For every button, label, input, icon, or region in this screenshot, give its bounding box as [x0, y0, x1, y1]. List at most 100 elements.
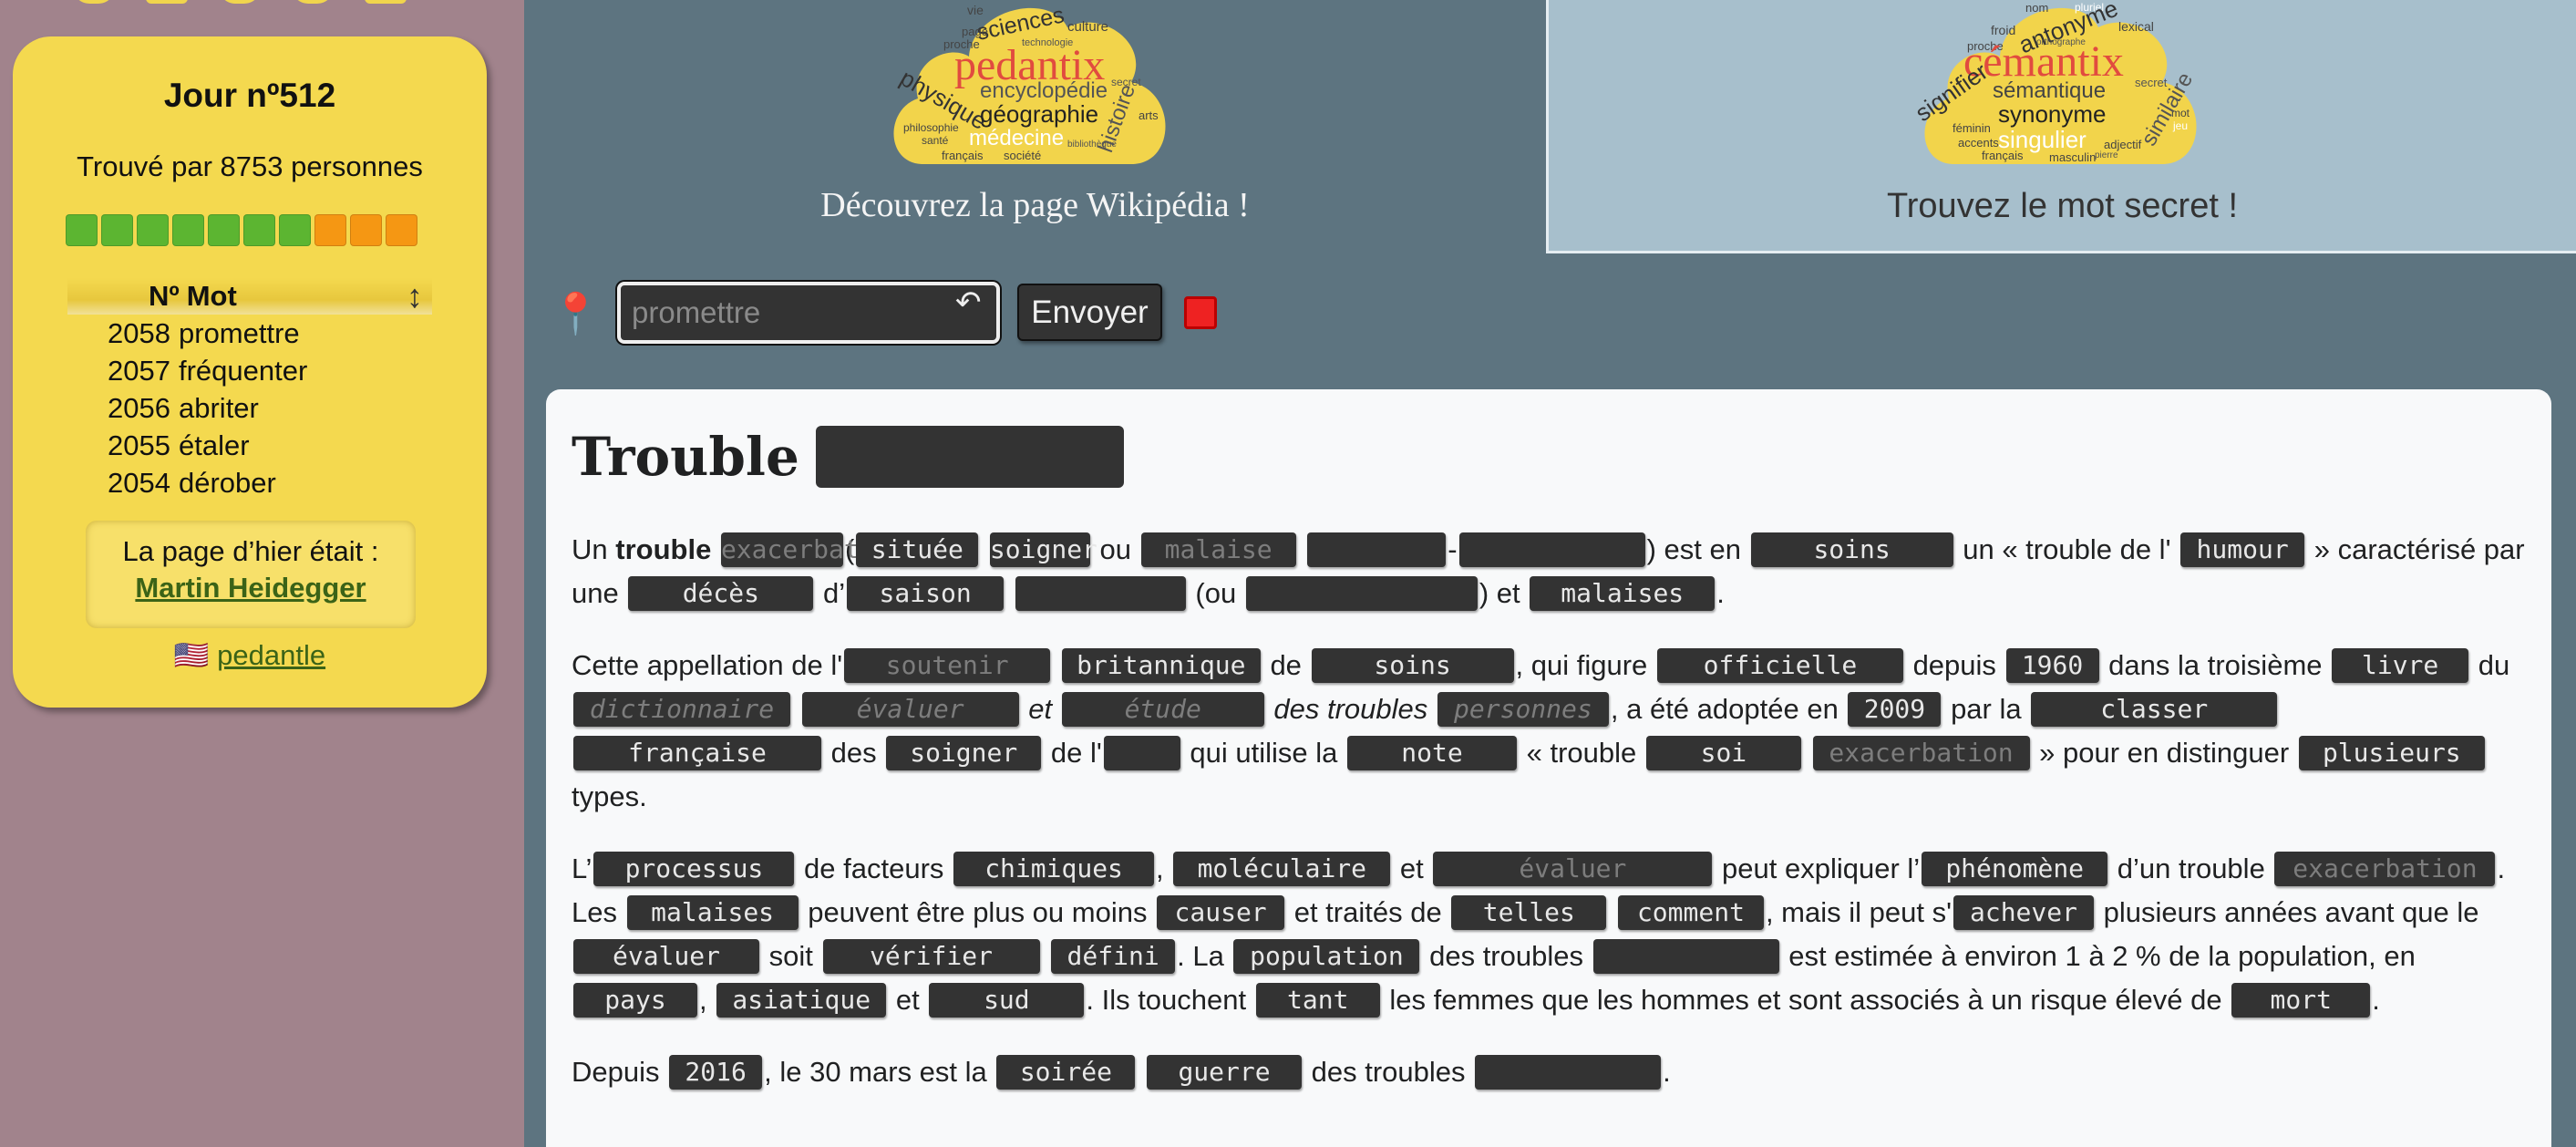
cemantix-caption[interactable]: Trouvez le mot secret ! — [1549, 187, 2576, 226]
hidden-word — [1475, 1054, 1662, 1090]
text: - — [1448, 533, 1458, 565]
hidden-word-hint: classer — [2031, 691, 2278, 727]
text: peut expliquer l’ — [1722, 852, 1921, 884]
text: Depuis — [572, 1056, 660, 1088]
hidden-word-hint: 2016 — [669, 1054, 763, 1090]
cloud-word: signifier — [1910, 57, 1994, 127]
revealed-word: trouble — [615, 533, 712, 565]
yesterday-label: La page d’hier était : — [122, 535, 379, 567]
pedantle-link[interactable]: pedantle — [217, 639, 325, 671]
paragraph-2: Cette appellation de l' soutenir britanni… — [572, 644, 2526, 819]
paragraph-4: Depuis 2016, le 30 mars est la soirée gu… — [572, 1050, 2526, 1094]
text: ) et — [1479, 577, 1520, 609]
text: est estimée à environ 1 à 2 % de la popu… — [1788, 940, 2416, 972]
settings-icon[interactable] — [292, 0, 334, 4]
row-number: 2054 — [108, 466, 170, 499]
hidden-word-hint: 1960 — [2005, 647, 2099, 683]
cloud-word: secret — [2135, 76, 2168, 89]
hidden-word-hint: achever — [1953, 894, 2094, 930]
text: un « trouble de l' — [1963, 533, 2171, 565]
row-number: 2057 — [108, 354, 170, 387]
progress-squares — [66, 214, 417, 246]
cloud-word: accents — [1958, 136, 1999, 150]
progress-square — [137, 214, 169, 246]
text: » pour en distinguer — [2039, 737, 2290, 769]
top-icons-row — [73, 0, 407, 4]
hidden-word-hint: malaises — [626, 894, 799, 930]
send-button[interactable]: Envoyer — [1017, 284, 1162, 341]
pedantix-caption[interactable]: Découvrez la page Wikipédia ! — [524, 185, 1546, 225]
text: . — [2372, 984, 2380, 1016]
text: . — [1716, 577, 1725, 609]
us-flag-icon: 🇺🇸 — [173, 639, 210, 671]
text: . La — [1177, 940, 1224, 972]
text: de — [1270, 649, 1302, 681]
hidden-word — [1592, 938, 1779, 974]
cloud-word: arts — [1139, 108, 1159, 122]
hidden-word-hint: défini — [1051, 938, 1176, 974]
hidden-word-hint: moléculaire — [1173, 851, 1391, 886]
hidden-word-hint: malaises — [1530, 575, 1716, 611]
cloud-word: adjectif — [2104, 138, 2142, 151]
text: , — [699, 984, 707, 1016]
text: , le 30 mars est la — [764, 1056, 987, 1088]
cemantix-cloud-words: nom pluriel froid antonyme lexical proch… — [1910, 0, 2208, 173]
table-row: 2057 fréquenter — [67, 352, 432, 389]
text: « trouble — [1526, 737, 1637, 769]
hidden-word-hint: processus — [593, 851, 795, 886]
text: depuis — [1912, 649, 1996, 681]
hidden-word-hint: causer — [1157, 894, 1285, 930]
text: des troubles — [1311, 1056, 1466, 1088]
stats-icon[interactable] — [146, 0, 188, 4]
hidden-word-hint: étude — [1061, 691, 1264, 727]
table-row: 2055 étaler — [67, 427, 432, 464]
give-up-icon[interactable] — [1184, 296, 1217, 329]
text: , a été adoptée en — [1610, 693, 1839, 725]
sort-icon[interactable]: ↕ — [407, 277, 423, 315]
cloud-word: jeu — [2173, 119, 2189, 132]
text: et traités de — [1293, 896, 1442, 928]
title-word: Trouble — [572, 426, 799, 488]
share-icon[interactable] — [219, 0, 261, 4]
text: . Ils touchent — [1086, 984, 1247, 1016]
text: les femmes que les hommes et sont associ… — [1389, 984, 2222, 1016]
progress-square — [172, 214, 204, 246]
paragraph-1: Un trouble exacerbation(située soigner o… — [572, 528, 2526, 615]
text: des troubles — [1429, 940, 1583, 972]
hidden-word-hint: livre — [2332, 647, 2469, 683]
pin-icon: 📍 — [551, 292, 601, 336]
table-header[interactable]: Nº Mot ↕ — [67, 277, 432, 315]
english-version: 🇺🇸 pedantle — [13, 638, 487, 672]
undo-icon[interactable]: ↶ — [955, 284, 982, 321]
guess-input[interactable] — [617, 282, 1000, 344]
help-icon[interactable] — [73, 0, 115, 4]
hidden-word-hint: 2009 — [1848, 691, 1942, 727]
hidden-word-hint: mort — [2231, 982, 2371, 1018]
column-header-number[interactable]: Nº — [149, 280, 180, 313]
table-row: 2058 promettre — [67, 315, 432, 352]
hidden-word-hint: soigner — [886, 735, 1042, 770]
tab-pedantix[interactable]: vie sciences culture page technologie pr… — [524, 0, 1546, 255]
cloud-word: page — [962, 25, 988, 38]
cloud-word: encyclopédie — [980, 78, 1108, 103]
yesterday-page-link[interactable]: Martin Heidegger — [86, 572, 416, 604]
row-word: abriter — [179, 391, 259, 424]
row-number: 2058 — [108, 316, 170, 349]
hidden-word-hint: dictionnaire — [573, 691, 790, 727]
hidden-word-hint: personnes — [1437, 691, 1609, 727]
hidden-word-hint: soi — [1645, 735, 1801, 770]
text: plusieurs années avant que le — [2103, 896, 2479, 928]
cloud-word: philosophie — [903, 121, 959, 134]
hidden-word-hint: soigner — [989, 532, 1097, 567]
hidden-word-hint: exacerbation — [1812, 735, 2030, 770]
text: soit — [768, 940, 813, 972]
text: (ou — [1195, 577, 1237, 609]
paragraph-3: L’ processus de facteurs chimiques, moléc… — [572, 847, 2526, 1022]
text: qui utilise la — [1190, 737, 1338, 769]
menu-icon[interactable] — [365, 0, 407, 4]
cloud-word: français — [942, 149, 984, 162]
tab-cemantix[interactable]: nom pluriel froid antonyme lexical proch… — [1546, 0, 2576, 253]
row-word: dérober — [179, 466, 276, 499]
cloud-word: médecine — [969, 126, 1065, 150]
column-header-word[interactable]: Mot — [187, 280, 237, 313]
